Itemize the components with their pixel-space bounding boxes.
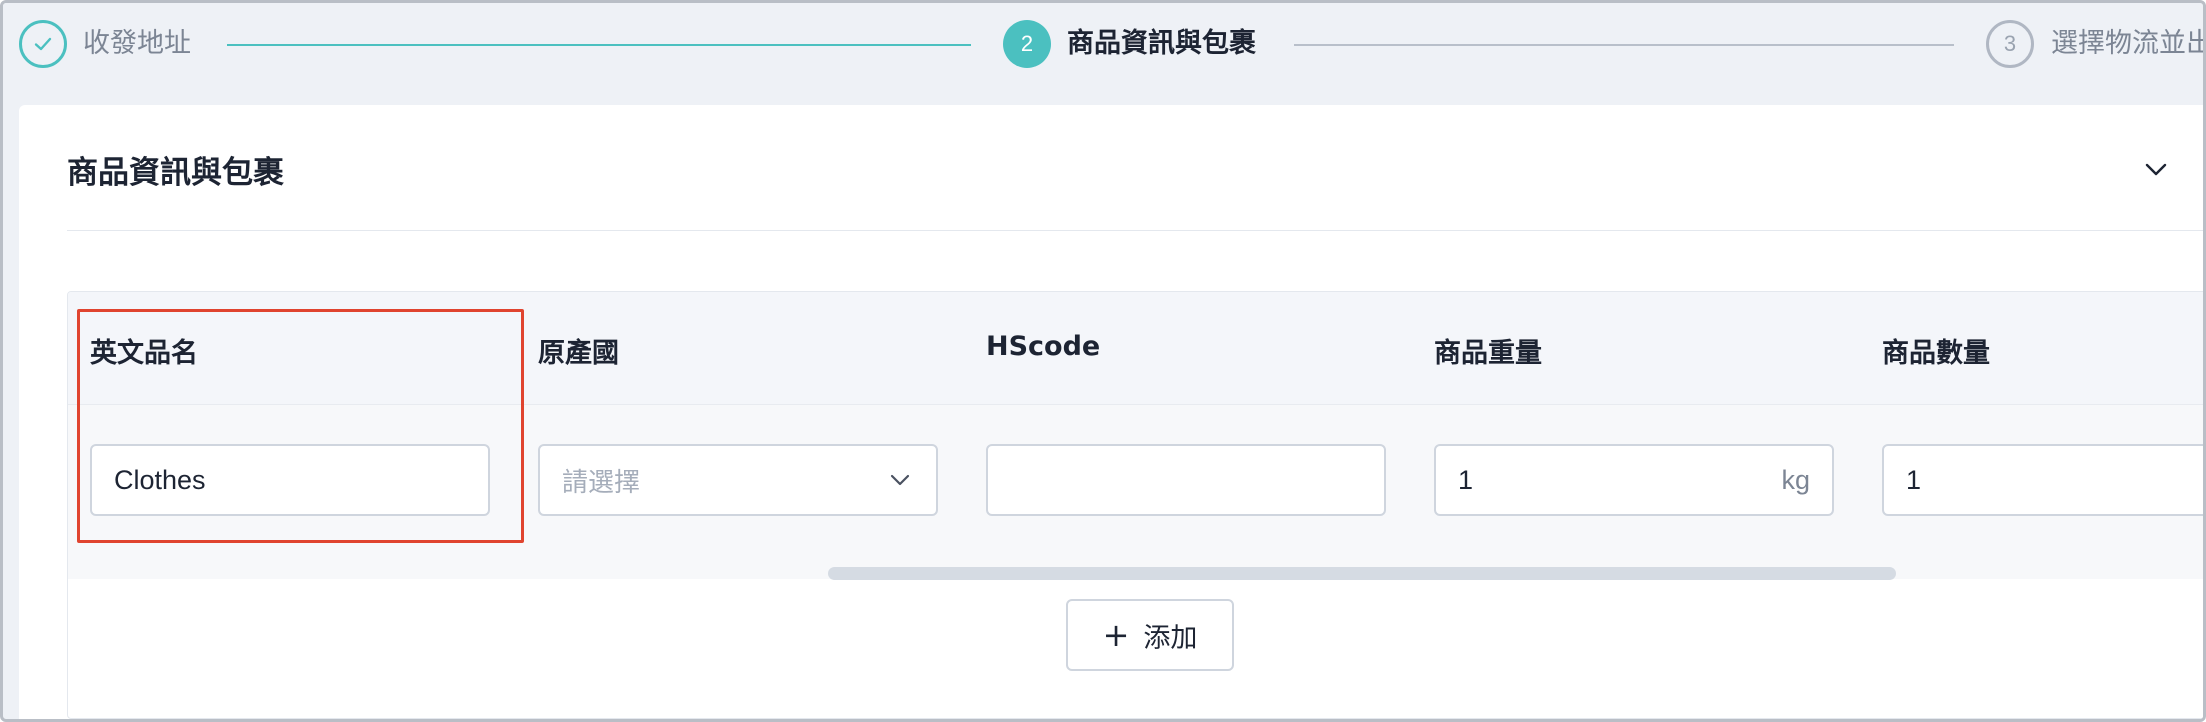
checkout-stepper: 收發地址 2 商品資訊與包裹 3 選擇物流並出 bbox=[3, 3, 2206, 89]
table-header: 英文品名 原產國 HScode 商品重量 商品數量 bbox=[68, 292, 2203, 405]
step-1-done-icon bbox=[19, 20, 67, 68]
plus-icon: + bbox=[1102, 616, 1130, 654]
column-header-english-name: 英文品名 bbox=[90, 338, 198, 369]
section-title: 商品資訊與包裹 bbox=[67, 155, 284, 191]
add-item-label: 添加 bbox=[1143, 622, 1198, 654]
table-row: Clothes 請選擇 1 kg 1 bbox=[68, 405, 2203, 579]
table-horizontal-scrollbar[interactable] bbox=[828, 567, 1896, 580]
step-3-label: 選擇物流並出 bbox=[2051, 28, 2206, 59]
app-frame: 收發地址 2 商品資訊與包裹 3 選擇物流並出 商品資訊與包裹 英文品名 原產國… bbox=[0, 0, 2206, 722]
step-1-label: 收發地址 bbox=[83, 28, 191, 59]
origin-country-select[interactable]: 請選擇 bbox=[538, 444, 938, 516]
check-icon bbox=[34, 37, 52, 51]
product-info-card: 商品資訊與包裹 英文品名 原產國 HScode 商品重量 商品數量 Clothe… bbox=[19, 105, 2203, 719]
section-divider bbox=[67, 230, 2203, 231]
chevron-down-icon bbox=[2145, 163, 2167, 176]
weight-input[interactable]: 1 kg bbox=[1434, 444, 1834, 516]
quantity-value: 1 bbox=[1906, 464, 1922, 495]
chevron-down-icon bbox=[890, 474, 910, 486]
english-name-input[interactable]: Clothes bbox=[90, 444, 490, 516]
english-name-value: Clothes bbox=[114, 464, 206, 495]
column-header-origin-country: 原產國 bbox=[538, 338, 619, 369]
step-connector-2 bbox=[1294, 44, 1954, 46]
column-header-hscode: HScode bbox=[986, 331, 1101, 362]
product-table: 英文品名 原產國 HScode 商品重量 商品數量 Clothes 請選擇 1 … bbox=[67, 291, 2203, 719]
add-item-button[interactable]: + 添加 bbox=[1066, 599, 1234, 671]
weight-unit: kg bbox=[1781, 464, 1810, 495]
weight-value: 1 bbox=[1458, 464, 1474, 495]
step-2-number: 2 bbox=[1003, 20, 1051, 68]
step-2-label: 商品資訊與包裹 bbox=[1067, 28, 1256, 59]
step-3-number: 3 bbox=[1986, 20, 2034, 68]
collapse-button[interactable] bbox=[2141, 155, 2171, 185]
column-header-weight: 商品重量 bbox=[1434, 338, 1542, 369]
column-header-quantity: 商品數量 bbox=[1882, 338, 1990, 369]
quantity-input[interactable]: 1 bbox=[1882, 444, 2203, 516]
hscode-input[interactable] bbox=[986, 444, 1386, 516]
step-connector-1 bbox=[227, 44, 971, 46]
origin-country-placeholder: 請選擇 bbox=[562, 467, 641, 498]
